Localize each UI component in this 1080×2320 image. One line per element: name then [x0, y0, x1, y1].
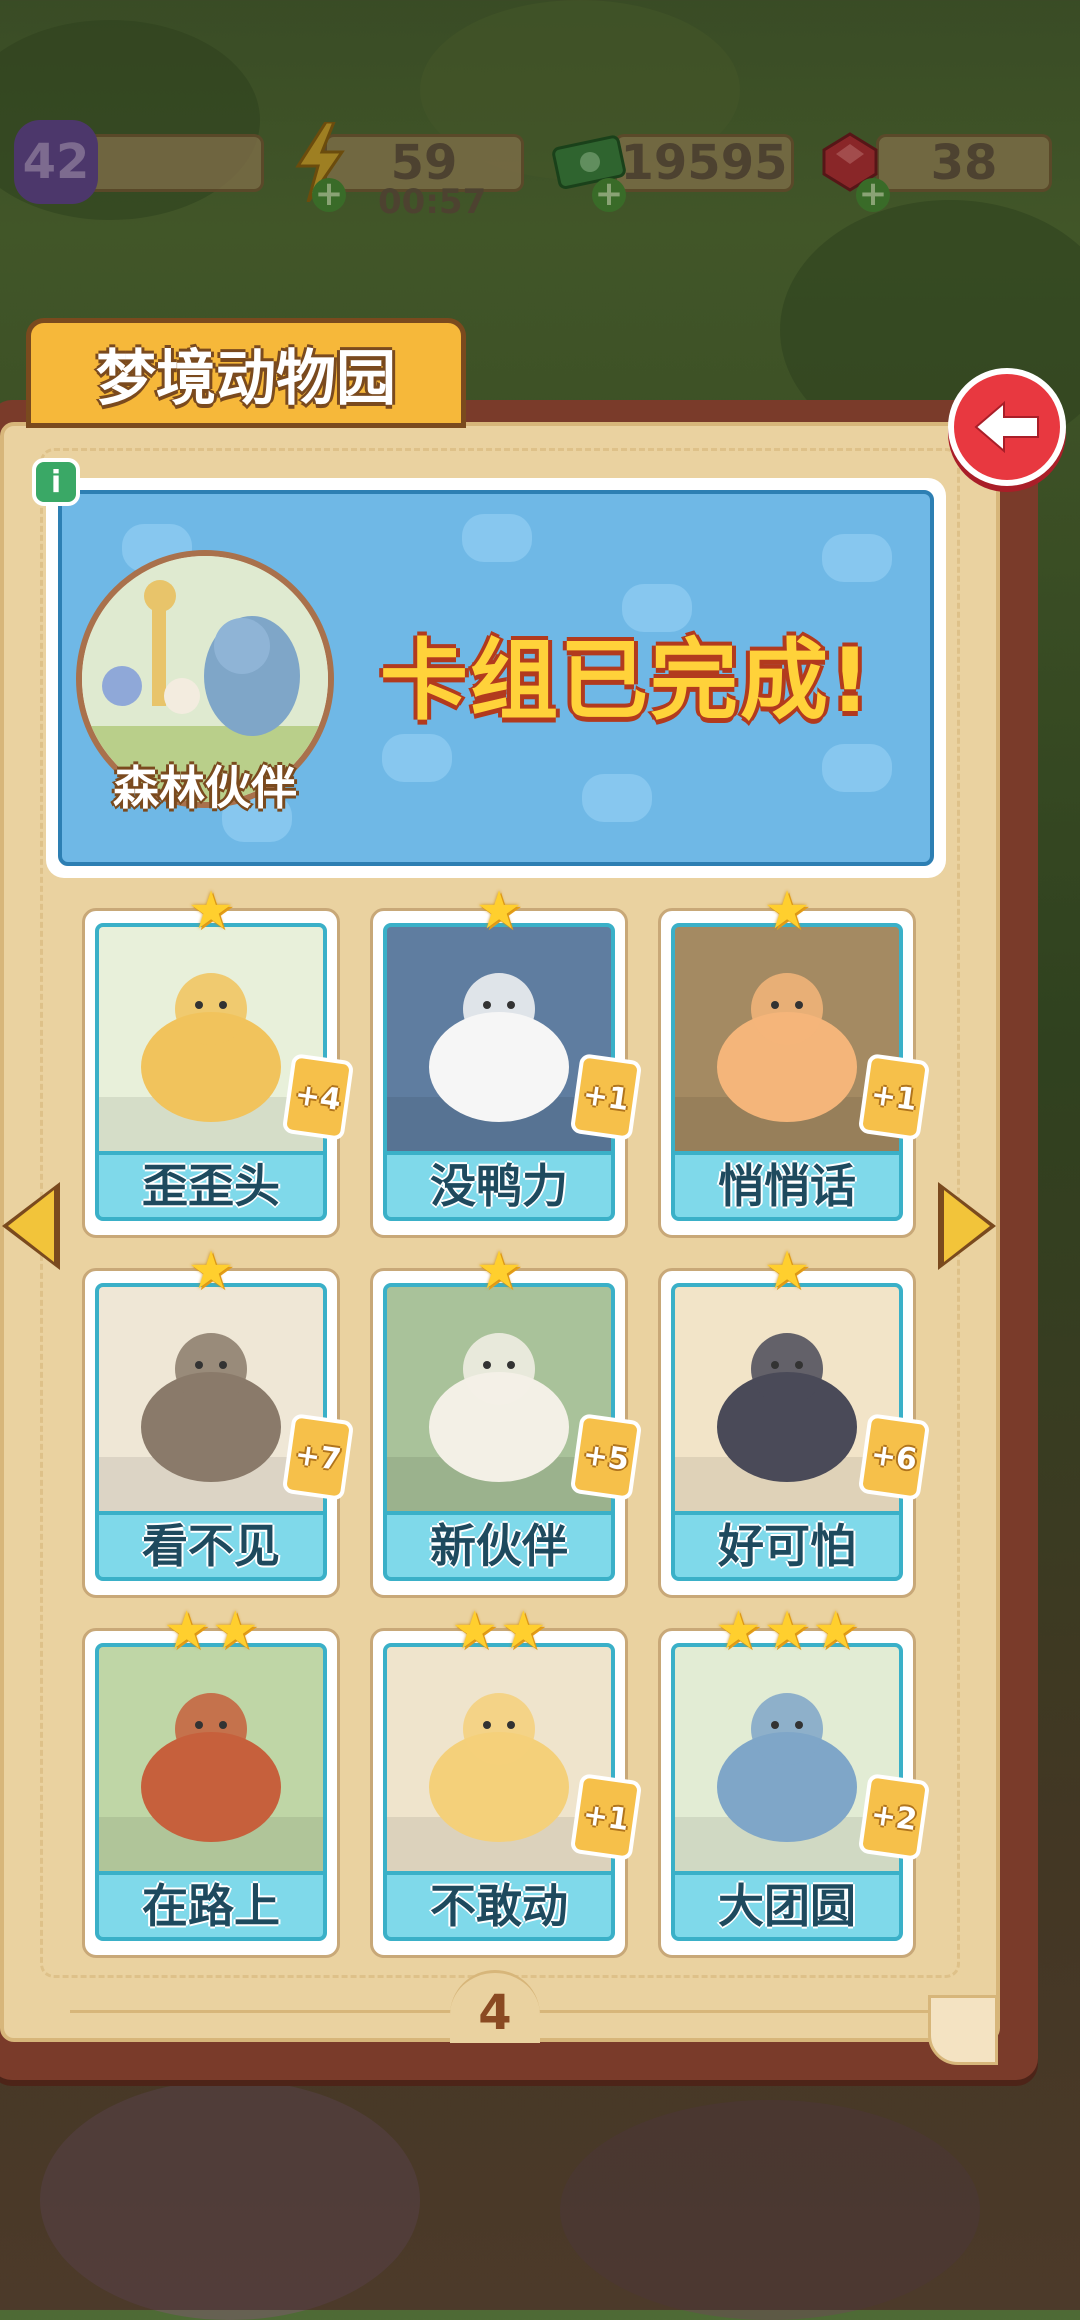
- card-stars: ★: [373, 885, 625, 937]
- next-page-arrow-icon[interactable]: [944, 1190, 990, 1262]
- duplicate-count-badge: +1: [569, 1773, 643, 1861]
- star-icon: ★: [163, 1601, 210, 1661]
- card-name: 新伙伴: [383, 1511, 615, 1581]
- star-icon: ★: [475, 1241, 523, 1301]
- star-icon: ★: [187, 1241, 235, 1301]
- collection-card[interactable]: 歪歪头 ★ +4: [82, 885, 355, 1238]
- back-arrow-icon: [974, 400, 1039, 454]
- card-stars: ★: [85, 885, 337, 937]
- card-name: 不敢动: [383, 1871, 615, 1941]
- collection-card[interactable]: 在路上 ★ ★: [82, 1605, 340, 1958]
- duplicate-count-badge: +2: [857, 1773, 931, 1861]
- collection-card[interactable]: 没鸭力 ★ +1: [370, 885, 643, 1238]
- card-name: 没鸭力: [383, 1151, 615, 1221]
- collection-card[interactable]: 看不见 ★ +7: [82, 1245, 355, 1598]
- card-name: 好可怕: [671, 1511, 903, 1581]
- deck-name: 森林伙伴: [113, 761, 297, 815]
- card-name: 悄悄话: [671, 1151, 903, 1221]
- card-stars: ★ ★ ★: [661, 1605, 913, 1657]
- collection-card[interactable]: 悄悄话 ★ +1: [658, 885, 931, 1238]
- card-name: 歪歪头: [95, 1151, 327, 1221]
- star-icon: ★: [763, 1241, 811, 1301]
- collection-card[interactable]: 大团圆 ★ ★ ★ +2: [658, 1605, 931, 1958]
- card-stars: ★: [373, 1245, 625, 1297]
- star-icon: ★: [812, 1601, 859, 1661]
- duplicate-count-badge: +1: [857, 1053, 931, 1141]
- duplicate-count-badge: +4: [281, 1053, 355, 1141]
- card-stars: ★ ★: [373, 1605, 625, 1657]
- star-icon: ★: [451, 1601, 498, 1661]
- card-image: [95, 1643, 327, 1875]
- collection-card[interactable]: 新伙伴 ★ +5: [370, 1245, 643, 1598]
- duplicate-count-badge: +1: [569, 1053, 643, 1141]
- star-icon: ★: [763, 881, 811, 941]
- card-stars: ★: [85, 1245, 337, 1297]
- card-name: 大团圆: [671, 1871, 903, 1941]
- duplicate-count-badge: +7: [281, 1413, 355, 1501]
- star-icon: ★: [212, 1601, 259, 1661]
- card-stars: ★: [661, 885, 913, 937]
- card-name: 看不见: [95, 1511, 327, 1581]
- duplicate-count-badge: +5: [569, 1413, 643, 1501]
- card-stars: ★: [661, 1245, 913, 1297]
- star-icon: ★: [715, 1601, 762, 1661]
- page-curl[interactable]: [928, 1995, 998, 2065]
- info-icon[interactable]: i: [32, 458, 80, 506]
- star-icon: ★: [763, 1601, 811, 1661]
- card-stars: ★ ★: [85, 1605, 337, 1657]
- deck-complete-text: 卡组已完成!: [380, 629, 873, 732]
- collection-card[interactable]: 不敢动 ★ ★ +1: [370, 1605, 643, 1958]
- prev-page-arrow-icon[interactable]: [8, 1190, 54, 1262]
- page-title: 梦境动物园: [26, 318, 466, 428]
- back-button[interactable]: [948, 368, 1066, 486]
- star-icon: ★: [475, 881, 523, 941]
- star-icon: ★: [500, 1601, 547, 1661]
- collection-card[interactable]: 好可怕 ★ +6: [658, 1245, 931, 1598]
- duplicate-count-badge: +6: [857, 1413, 931, 1501]
- star-icon: ★: [187, 881, 235, 941]
- card-name: 在路上: [95, 1871, 327, 1941]
